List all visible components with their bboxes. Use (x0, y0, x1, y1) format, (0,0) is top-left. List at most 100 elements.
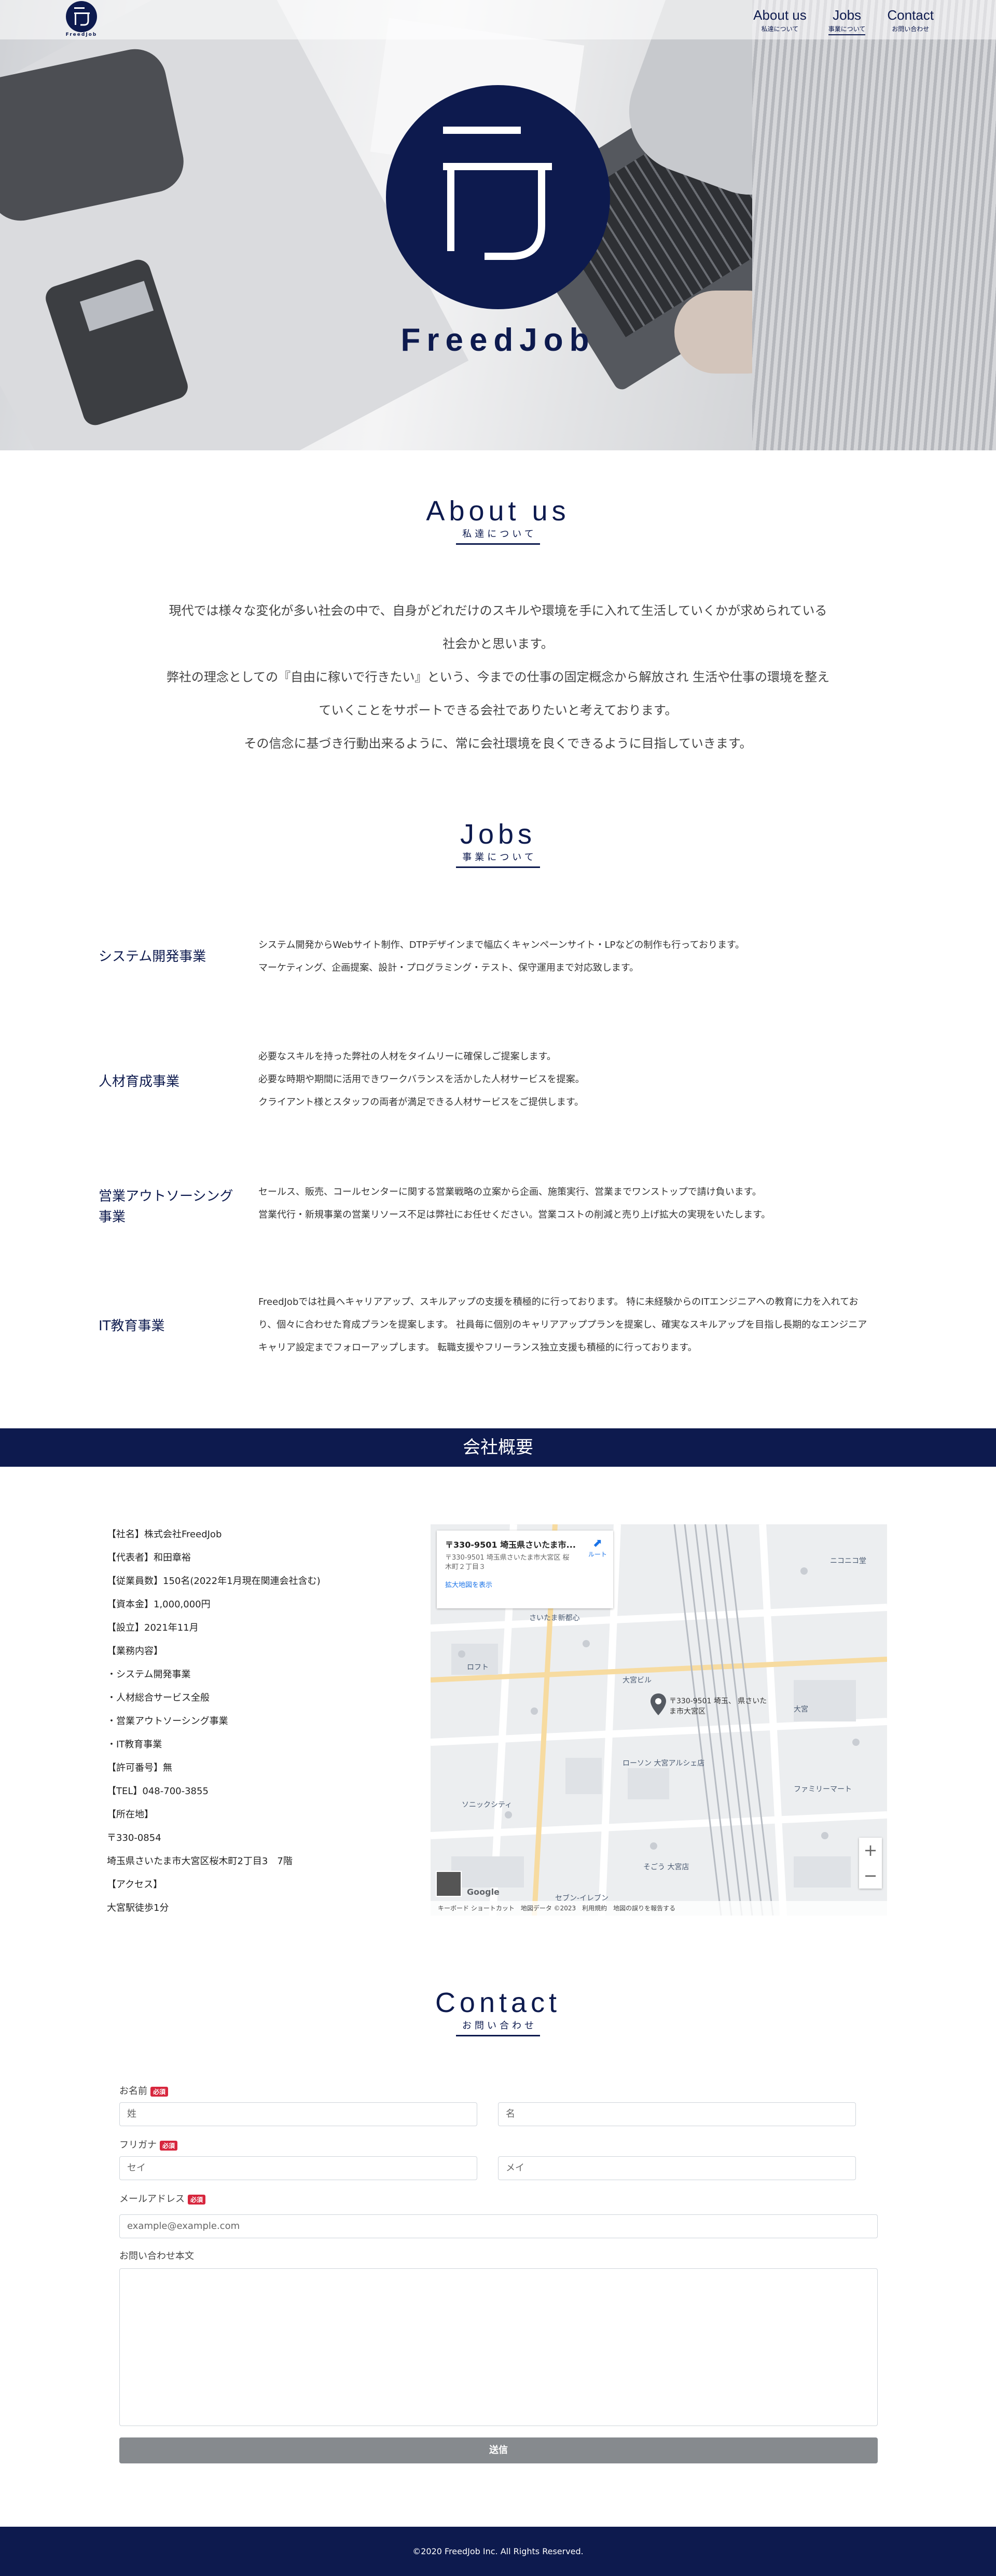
nav-jobs-label: Jobs (833, 7, 862, 23)
map-place-label: 大宮 (794, 1705, 808, 1714)
last-name-input[interactable]: 姓 (119, 2102, 477, 2126)
header-logo[interactable]: FreedJob (64, 1, 99, 38)
job-line: FreedJobでは社員へキャリアアップ、スキルアップの支援を積極的に行っており… (258, 1297, 859, 1307)
company-line: ・システム開発事業 (107, 1669, 191, 1680)
email-input[interactable]: example@example.com (119, 2214, 878, 2238)
email-label-text: メールアドレス (119, 2194, 185, 2205)
larger-map-link[interactable]: 拡大地図を表示 (445, 1579, 605, 1589)
map-layer-thumbnail[interactable] (436, 1871, 462, 1897)
job-item: システム開発事業 システム開発からWebサイト制作、DTPデザインまで幅広くキャ… (99, 934, 897, 996)
message-label: お問い合わせ本文 (119, 2251, 194, 2262)
about-line: 社会かと思います。 (442, 637, 554, 651)
map-place-label: ニコニコ堂 (830, 1557, 866, 1565)
job-title: 営業アウトソーシング事業 (99, 1189, 233, 1225)
nav-contact-sub: お問い合わせ (892, 25, 930, 33)
about-line: ていくことをサポートできる会社でありたいと考えております。 (319, 703, 677, 718)
company-line: 【社名】株式会社FreedJob (107, 1529, 222, 1540)
embedded-map[interactable]: さいたま新都心 大宮 ソニックシティ そごう 大宮店 ローソン 大宮アルシェ店 … (431, 1524, 887, 1916)
about-heading: About us 私達について (0, 495, 996, 545)
contact-heading: Contact お問い合わせ (0, 1987, 996, 2036)
map-place-label: 大宮ビル (622, 1676, 652, 1685)
company-line: ・営業アウトソーシング事業 (107, 1716, 228, 1727)
about-line: その信念に基づき行動出来るように、常に会社環境を良くできるように目指していきます… (244, 736, 752, 751)
company-line: 【TEL】048-700-3855 (107, 1786, 209, 1797)
kana-label: フリガナ 必須 (119, 2138, 178, 2151)
nav-jobs[interactable]: Jobs 事業について (828, 7, 866, 35)
about-subtitle: 私達について (456, 527, 540, 545)
job-line: マーケティング、企画提案、設計・プログラミング・テスト、保守運用まで対応致します… (258, 962, 639, 973)
job-title: システム開発事業 (99, 949, 206, 965)
map-place-label: ソニックシティ (462, 1801, 513, 1809)
nav-contact[interactable]: Contact お問い合わせ (887, 7, 934, 35)
nav-about[interactable]: About us 私達について (753, 7, 807, 35)
map-footer: キーボード ショートカット 地図データ ©2023 利用規約 地図の誤りを報告す… (431, 1901, 887, 1916)
company-line: 〒330-0854 (107, 1833, 161, 1843)
kana-label-text: フリガナ (119, 2140, 157, 2151)
company-line: 【従業員数】150名(2022年1月現在関連会社含む) (107, 1576, 321, 1587)
nav-jobs-sub: 事業について (828, 24, 866, 35)
zoom-out-button[interactable]: − (859, 1863, 882, 1889)
job-item: 人材育成事業 必要なスキルを持った弊社の人材をタイムリーに確保しご提案します。 … (99, 1045, 897, 1128)
job-line: システム開発からWebサイト制作、DTPデザインまで幅広くキャンペーンサイト・L… (258, 940, 745, 950)
contact-title: Contact (435, 1987, 561, 2018)
job-line: 営業代行・新規事業の営業リソース不足は弊社にお任せください。営業コストの削減と売… (258, 1209, 771, 1220)
company-line: 【代表者】和田章裕 (107, 1552, 191, 1563)
about-title: About us (426, 495, 570, 527)
company-line: 【設立】2021年11月 (107, 1622, 199, 1633)
site-footer: ©2020 FreedJob Inc. All Rights Reserved. (0, 2527, 996, 2576)
map-place-label: さいたま新都心 (529, 1614, 580, 1622)
first-name-input[interactable]: 名 (498, 2102, 856, 2126)
job-line: セールス、販売、コールセンターに関する営業戦略の立案から企画、施策実行、営業まで… (258, 1187, 762, 1197)
contact-subtitle: お問い合わせ (456, 2018, 540, 2036)
zoom-in-button[interactable]: + (859, 1838, 882, 1863)
about-line: 現代では様々な変化が多い社会の中で、自身がどれだけのスキルや環境を手に入れて生活… (169, 603, 827, 618)
map-place-label: そごう 大宮店 (643, 1863, 689, 1871)
company-line: 【資本金】1,000,000円 (107, 1599, 211, 1610)
hero-brand-name: FreedJob (400, 322, 596, 358)
required-badge: 必須 (188, 2194, 206, 2205)
job-description: システム開発からWebサイト制作、DTPデザインまで幅広くキャンペーンサイト・L… (258, 934, 896, 980)
map-card-address: 〒330-9501 埼玉県さいたま市大宮区 桜木町２丁目３ (445, 1554, 570, 1571)
first-kana-input[interactable]: メイ (498, 2156, 856, 2180)
job-line: り、個々に合わせた育成プランを提案します。 社員毎に個別のキャリアアッププランを… (258, 1319, 867, 1330)
job-title: IT教育事業 (99, 1318, 165, 1334)
directions-icon: ⬈ (592, 1537, 603, 1550)
required-badge: 必須 (150, 2086, 169, 2097)
company-line: 埼玉県さいたま市大宮区桜木町2丁目3 7階 (107, 1856, 293, 1867)
about-line: 弊社の理念としての『自由に稼いで行きたい』という、今までの仕事の固定概念から解放… (166, 670, 830, 684)
google-logo: Google (467, 1887, 500, 1897)
hero-logo-mark (386, 85, 610, 309)
header-logo-text: FreedJob (65, 32, 98, 37)
about-body: 現代では様々な変化が多い社会の中で、自身がどれだけのスキルや環境を手に入れて生活… (135, 594, 861, 760)
company-heading-bar: 会社概要 (0, 1428, 996, 1467)
site-header: FreedJob About us 私達について Jobs 事業について Con… (0, 0, 996, 39)
jobs-heading: Jobs 事業について (0, 819, 996, 868)
directions-button[interactable]: ⬈ ルート (588, 1537, 607, 1559)
main-nav: About us 私達について Jobs 事業について Contact お問い合… (753, 7, 934, 35)
email-label: メールアドレス 必須 (119, 2192, 206, 2205)
job-line: キャリア設定までフォローアップします。 転職支援やフリーランス独立支援も積極的に… (258, 1342, 697, 1353)
message-textarea[interactable] (119, 2268, 878, 2426)
company-line: 大宮駅徒歩1分 (107, 1903, 169, 1913)
map-zoom-controls: + − (859, 1838, 882, 1889)
job-description: FreedJobでは社員へキャリアアップ、スキルアップの支援を積極的に行っており… (258, 1291, 896, 1359)
map-place-label: ローソン 大宮アルシェ店 (622, 1759, 705, 1768)
company-line: 【許可番号】無 (107, 1762, 172, 1773)
job-title: 人材育成事業 (99, 1074, 180, 1090)
company-line: ・IT教育事業 (107, 1739, 162, 1750)
map-card-title: 〒330-9501 埼玉県さいたま市... (445, 1540, 576, 1550)
submit-button[interactable]: 送信 (119, 2437, 878, 2463)
map-info-card: 〒330-9501 埼玉県さいたま市... 〒330-9501 埼玉県さいたま市… (437, 1531, 613, 1608)
name-label-text: お名前 (119, 2086, 147, 2097)
jobs-subtitle: 事業について (456, 850, 540, 868)
nav-about-label: About us (753, 7, 807, 23)
job-description: セールス、販売、コールセンターに関する営業戦略の立案から企画、施策実行、営業まで… (258, 1181, 896, 1227)
map-pin-icon[interactable] (651, 1693, 666, 1715)
required-badge: 必須 (160, 2140, 178, 2151)
company-info: 【社名】株式会社FreedJob 【代表者】和田章裕 【従業員数】150名(20… (107, 1523, 397, 1920)
map-pin-label: 〒330-9501 埼玉、 県さいたま市大宮区 (669, 1697, 767, 1716)
last-kana-input[interactable]: セイ (119, 2156, 477, 2180)
nav-about-sub: 私達について (761, 25, 799, 33)
job-item: IT教育事業 FreedJobでは社員へキャリアアップ、スキルアップの支援を積極… (99, 1291, 897, 1374)
hero-section: FreedJob (0, 0, 996, 450)
